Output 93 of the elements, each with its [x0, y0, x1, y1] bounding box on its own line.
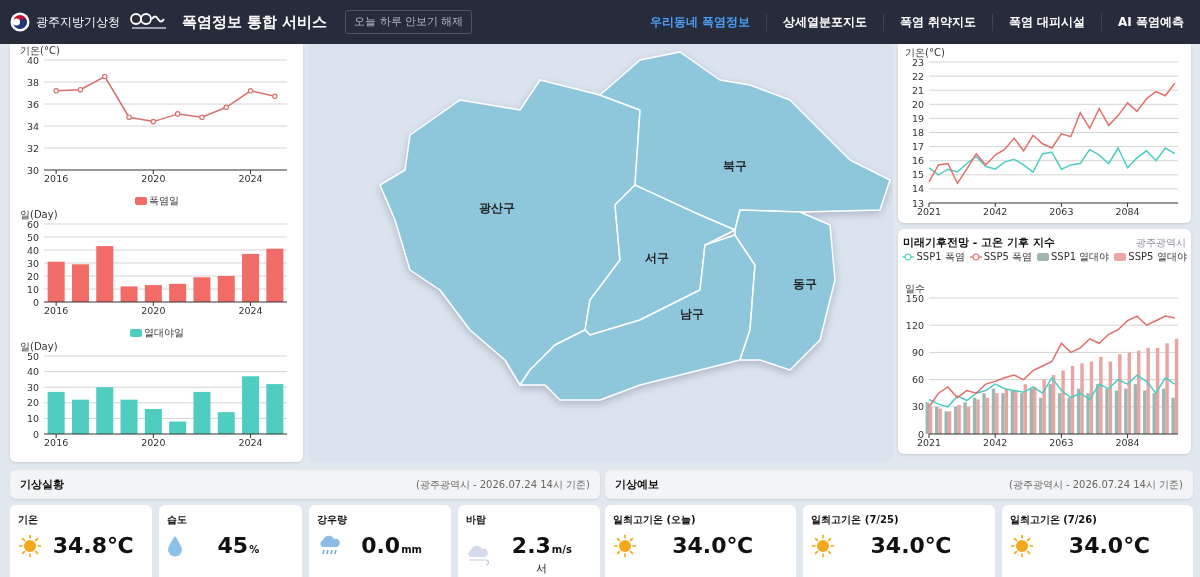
tick-label: 2063: [1049, 206, 1074, 217]
tick-label: 38: [26, 76, 39, 88]
weather-label: 일최고기온 (오늘): [613, 513, 697, 527]
tick-label: 90: [911, 346, 924, 358]
tick-label: 0: [32, 428, 39, 440]
weather-label: 기온: [18, 513, 39, 527]
tick-label: 2063: [1049, 437, 1074, 448]
timestamp: (광주광역시 - 2026.07.24 14시 기준): [1008, 477, 1183, 492]
tick-label: 30: [911, 401, 924, 413]
tick-label: 60: [911, 374, 924, 386]
tick-label: 10: [26, 412, 39, 424]
section-title: 기상실황: [20, 477, 64, 492]
tick-label: 20: [26, 397, 39, 409]
axis-title: 일(Day): [20, 209, 58, 220]
weather-value: 0.0: [361, 533, 401, 558]
region-label: 광주광역시: [1136, 235, 1186, 250]
unit-label: m/s: [551, 544, 572, 555]
tick-label: 0: [917, 428, 924, 440]
tick-label: 19: [911, 112, 924, 124]
tick-label: 2084: [1115, 437, 1140, 448]
tick-label: 30: [26, 164, 39, 176]
weather-label: 바람: [465, 513, 487, 527]
tick-label: 2016: [44, 305, 69, 316]
tick-label: 2020: [141, 437, 166, 448]
district-label: 서구: [645, 251, 669, 265]
timestamp: (광주광역시 - 2026.07.24 14시 기준): [415, 477, 590, 492]
legend-label: SSP1 열대야: [1051, 250, 1110, 264]
tick-label: 2016: [44, 173, 69, 184]
weather-label: 강우량: [316, 513, 348, 527]
wind-direction: 서: [536, 562, 548, 576]
tick-label: 50: [26, 231, 39, 243]
tick-label: 0: [32, 296, 39, 308]
tick-label: 14: [911, 183, 924, 195]
tick-label: 40: [26, 54, 39, 66]
axis-title: 기온(°C): [20, 45, 60, 56]
tick-label: 10: [26, 283, 39, 295]
unit-label: mm: [401, 544, 423, 555]
unit-label: %: [249, 544, 260, 555]
tick-label: 23: [911, 56, 924, 68]
legend-label: SSP1 폭염: [916, 250, 965, 264]
tick-label: 2024: [238, 437, 263, 448]
service-title: 폭염정보 통합 서비스: [182, 12, 328, 32]
axis-title: 일(Day): [20, 341, 58, 352]
tick-label: 30: [26, 381, 39, 393]
tick-label: 2021: [916, 437, 942, 448]
legend-label: 폭염일: [148, 194, 179, 208]
tick-label: 13: [911, 197, 924, 209]
tick-label: 2020: [141, 305, 166, 316]
tick-label: 2020: [141, 173, 166, 184]
tick-label: 16: [911, 155, 924, 167]
legend-label: SSP5 폭염: [983, 250, 1032, 264]
weather-value: 2.3: [511, 533, 551, 558]
weather-value: 34.0℃: [672, 533, 754, 558]
weather-label: 습도: [167, 513, 189, 527]
weather-label: 일최고기온 (7/25): [811, 513, 900, 527]
tick-label: 2024: [238, 173, 263, 184]
tick-label: 2042: [983, 437, 1008, 448]
tick-label: 21: [911, 84, 924, 96]
weather-label: 일최고기온 (7/26): [1009, 513, 1098, 527]
section-title: 기상예보: [615, 477, 659, 492]
tick-label: 40: [26, 366, 39, 378]
axis-title: 일수: [905, 283, 925, 294]
tick-label: 2016: [44, 437, 69, 448]
district-label: 북구: [723, 159, 747, 173]
tick-label: 22: [911, 70, 924, 82]
tick-label: 34: [26, 120, 39, 132]
legend-label: 열대야일: [143, 326, 184, 340]
tick-label: 2084: [1115, 206, 1140, 217]
tick-label: 40: [26, 244, 39, 256]
tick-label: 2024: [238, 305, 263, 316]
weather-value: 34.8℃: [52, 533, 134, 558]
tick-label: 18: [911, 127, 924, 138]
tick-label: 120: [905, 319, 924, 331]
weather-value: 34.0℃: [870, 533, 952, 558]
tick-label: 15: [911, 169, 924, 181]
axis-title: 기온(°C): [905, 47, 945, 58]
tick-label: 36: [26, 98, 39, 110]
tick-label: 32: [26, 142, 39, 154]
tick-label: 30: [26, 257, 39, 269]
tick-label: 2042: [983, 206, 1008, 217]
weather-value: 45: [217, 533, 249, 558]
tick-label: 2021: [916, 206, 942, 217]
district-label: 남구: [680, 307, 704, 321]
weather-value: 34.0℃: [1068, 533, 1150, 558]
org-name: 광주지방기상청: [36, 13, 120, 31]
tick-label: 20: [26, 270, 39, 282]
tick-label: 17: [911, 141, 924, 153]
tick-label: 20: [911, 98, 924, 110]
legend-label: SSP5 열대야: [1128, 250, 1187, 264]
tick-label: 150: [905, 292, 924, 304]
district-label: 광산구: [479, 201, 515, 215]
district-label: 동구: [793, 277, 817, 291]
card-title: 미래기후전망 - 고온 기후 지수: [903, 235, 1055, 250]
